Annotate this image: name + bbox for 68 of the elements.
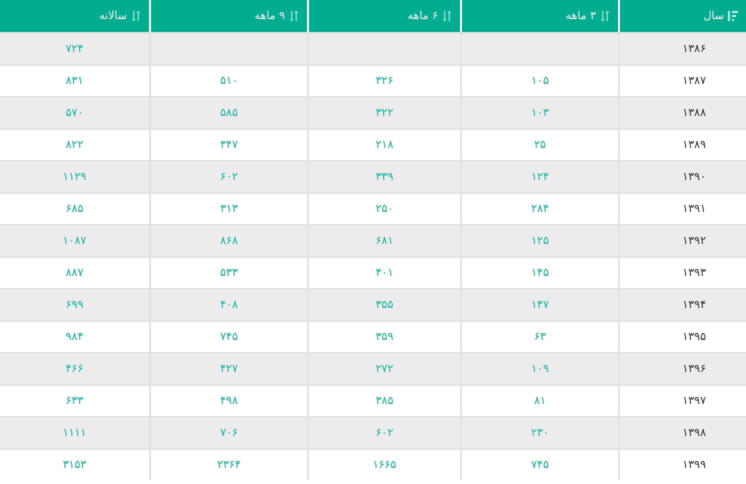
table-cell-text: ۶۳ bbox=[534, 328, 546, 345]
table-cell-text: ۱۰۸۷ bbox=[62, 232, 86, 249]
table-cell-text: ۲۱۸ bbox=[376, 136, 394, 153]
table-cell-text: ۳۲۶ bbox=[376, 72, 394, 89]
table-cell-text: ۱۰۹ bbox=[531, 360, 549, 377]
table-cell-text: ۸۲۲ bbox=[66, 136, 84, 153]
table-cell-text: ۶۳۳ bbox=[66, 392, 84, 409]
table-cell-text: ۶۰۲ bbox=[376, 424, 394, 441]
table-cell-text: ۱۲۴ bbox=[531, 168, 549, 185]
table-cell-text: ۱۶۶۵ bbox=[372, 456, 396, 473]
table-cell-text: ۶۸۱ bbox=[376, 232, 394, 249]
table-cell-text: ۱۳۹۴ bbox=[682, 296, 706, 313]
table-cell-text: ۱۰۳ bbox=[531, 104, 549, 121]
table-cell-text: ۱۰۵ bbox=[531, 72, 549, 89]
table-cell-text: ۲۵۰ bbox=[376, 200, 394, 217]
table-cell-text: ۱۳۹۳ bbox=[682, 264, 706, 281]
table-cell-text: ۴۰۸ bbox=[220, 296, 238, 313]
table-cell-text: ۳۸۵ bbox=[376, 392, 394, 409]
table-cell-text: ۷۲۴ bbox=[66, 40, 84, 57]
table-cell-text: ۱۳۹۹ bbox=[682, 456, 706, 473]
table-cell-text: ۱۱۱۱ bbox=[62, 424, 86, 441]
table-cell-text: ۶۹۹ bbox=[66, 296, 84, 313]
table-cell-text: ۴۹۸ bbox=[220, 392, 238, 409]
table-cell-text: ۷۰۶ bbox=[220, 424, 238, 441]
table-cell-text: ۳۱۵۳ bbox=[62, 456, 86, 473]
table-cell-text: ۱۳۸۹ bbox=[682, 136, 706, 153]
table-cell-text: ۱۳۹۵ bbox=[682, 328, 706, 345]
table-cell-text: ۸۳۱ bbox=[66, 72, 84, 89]
table-cell-text: ۹۸۴ bbox=[66, 328, 84, 345]
table-cell-text: ۳۲۲ bbox=[376, 104, 394, 121]
table-cell-text: ۲۵ bbox=[534, 136, 546, 153]
table-cell-text: ۳۱۳ bbox=[220, 200, 238, 217]
table-cell-text: ۱۳۹۸ bbox=[682, 424, 706, 441]
table-cell-text: ۴۶۶ bbox=[66, 360, 84, 377]
table-cell-text: ۱۱۲۹ bbox=[62, 168, 86, 185]
table-cell-text: ۴۲۷ bbox=[220, 360, 238, 377]
table-cell-text: ۵۸۵ bbox=[220, 104, 238, 121]
table-cell-text: ۱۳۹۱ bbox=[682, 200, 706, 217]
table-cell-text: ۲۷۲ bbox=[376, 360, 394, 377]
table-cell-text: ۳۴۷ bbox=[220, 136, 238, 153]
table-cell-text: ۱۳۹۲ bbox=[682, 232, 706, 249]
table-cell-text: ۱۳۸۷ bbox=[682, 72, 706, 89]
table-cell-text: ۳۵۹ bbox=[376, 328, 394, 345]
table-cell-text: ۸۸۷ bbox=[66, 264, 84, 281]
table-cell-text: ۱۲۵ bbox=[531, 232, 549, 249]
table-cell-text: ۵۷۰ bbox=[66, 104, 84, 121]
table-cell-text: ۱۳۸۸ bbox=[682, 104, 706, 121]
table-cell-text: ۲۸۴ bbox=[531, 200, 549, 217]
table-cell-text: ۳۵۵ bbox=[376, 296, 394, 313]
table-cell-text: ۴۰۱ bbox=[376, 264, 394, 281]
table-cell-text: ۵۱۰ bbox=[220, 72, 238, 89]
table-cell-text: ۷۴۵ bbox=[531, 456, 549, 473]
table-cell-text: ۳۳۹ bbox=[376, 168, 394, 185]
table-cell-text: ۲۳۰ bbox=[531, 424, 549, 441]
table-cell-text: ۱۳۹۷ bbox=[682, 392, 706, 409]
table-cell-text: ۸۱ bbox=[534, 392, 546, 409]
table-cell-text: ۶۸۵ bbox=[66, 200, 84, 217]
table-cell-text: ۱۴۷ bbox=[531, 296, 549, 313]
table-cell-text: ۲۳۶۴ bbox=[217, 456, 241, 473]
column-header[interactable]: سالانه bbox=[0, 0, 149, 32]
table-cell-text: ۵۳۳ bbox=[220, 264, 238, 281]
table-cell-text: ۶۰۲ bbox=[220, 168, 238, 185]
table-cell-text: ۱۳۹۰ bbox=[682, 168, 706, 185]
table-cell-text: ۱۳۹۶ bbox=[682, 360, 706, 377]
table-cell-text: ۱۴۵ bbox=[531, 264, 549, 281]
table-cell-text: ۱۳۸۶ bbox=[682, 40, 706, 57]
table-cell-text: ۸۶۸ bbox=[220, 232, 238, 249]
table-cell-text: ۷۴۵ bbox=[220, 328, 238, 345]
